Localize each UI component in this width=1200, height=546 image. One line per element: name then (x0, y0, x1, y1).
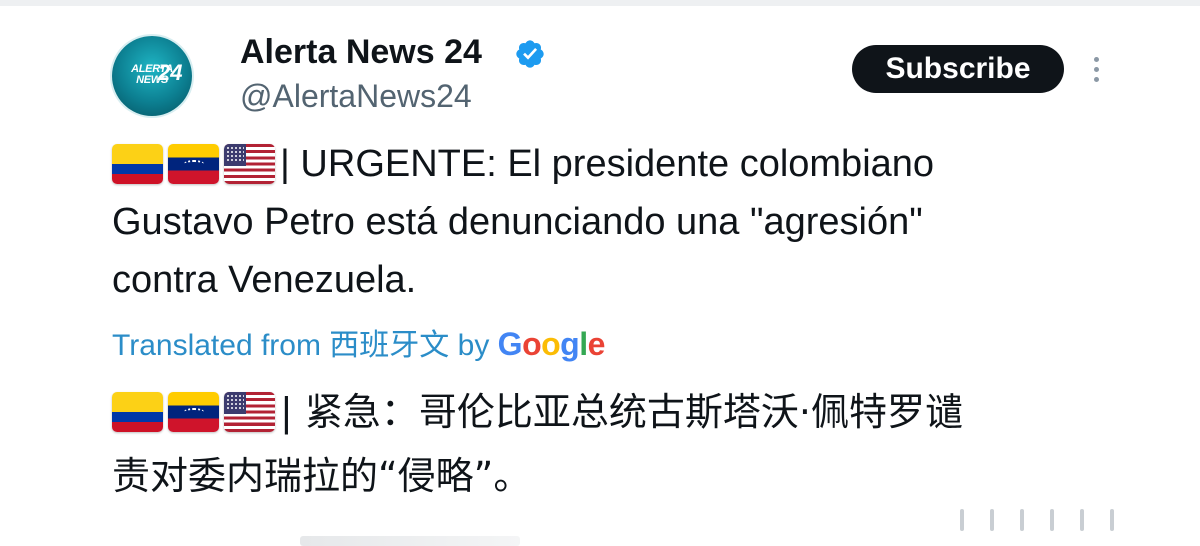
translated-text-line-1: | 紧急：哥伦比亚总统古斯塔沃·佩特罗谴 (280, 390, 963, 434)
translated-flag-emojis (112, 390, 275, 434)
venezuela-flag-icon (168, 144, 219, 184)
account-handle[interactable]: @AlertaNews24 (240, 76, 472, 116)
tweet-text-line-3: contra Venezuela. (112, 259, 417, 301)
usa-flag-icon (224, 392, 275, 432)
tweet-text-line-1: | URGENTE: El presidente colombiano (280, 143, 935, 185)
tweet-screenshot: ALERTA NEWS 24 Alerta News 24 @AlertaNew… (0, 0, 1200, 546)
cropped-content-fragment (960, 500, 1200, 540)
venezuela-flag-icon (168, 392, 219, 432)
tweet-text-line-2: Gustavo Petro está denunciando una "agre… (112, 201, 923, 243)
avatar-logo-number: 24 (158, 60, 183, 85)
translated-from-link[interactable]: Translated from 西班牙文 by Google (112, 322, 605, 366)
cropped-content-fragment-bottom (300, 536, 520, 546)
subscribe-button[interactable]: Subscribe (852, 45, 1064, 93)
colombia-flag-icon (112, 144, 163, 184)
google-logo: Google (497, 326, 606, 362)
more-vertical-icon[interactable] (1086, 54, 1106, 86)
usa-flag-icon (224, 144, 275, 184)
translated-text-line-2: 责对委内瑞拉的“侵略”。 (112, 454, 532, 498)
translated-from-label: Translated from 西班牙文 by (112, 329, 490, 362)
top-divider (0, 0, 1200, 6)
verified-badge-icon (516, 40, 544, 68)
avatar[interactable]: ALERTA NEWS 24 (112, 36, 192, 116)
flag-emojis (112, 142, 275, 186)
colombia-flag-icon (112, 392, 163, 432)
display-name[interactable]: Alerta News 24 (240, 30, 482, 74)
